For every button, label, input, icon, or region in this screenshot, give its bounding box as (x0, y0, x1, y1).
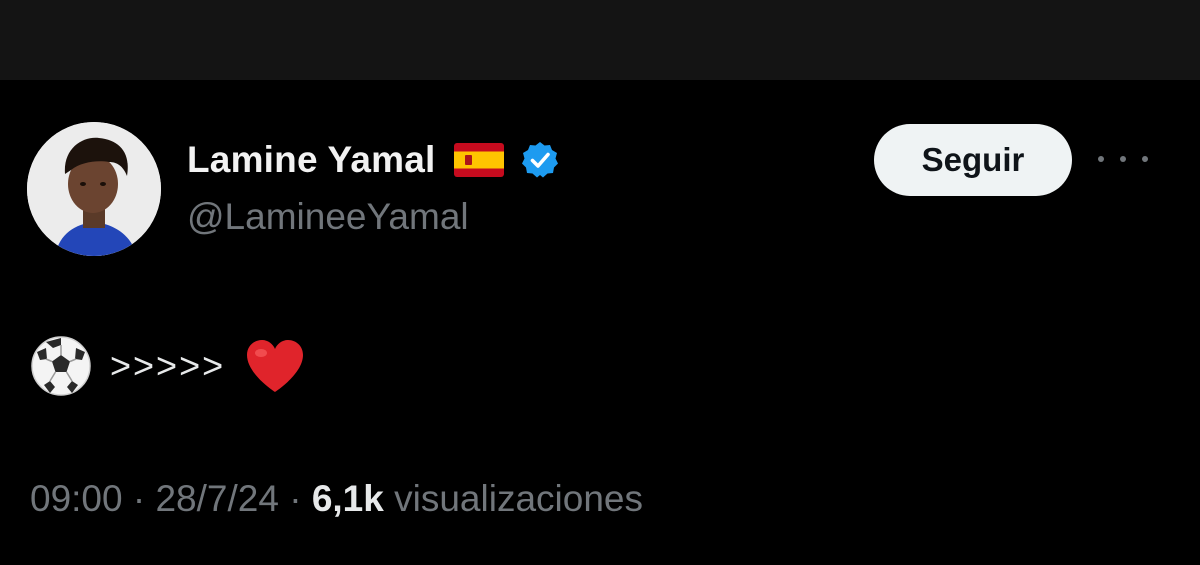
meta-separator: · (132, 478, 146, 519)
top-bar (0, 0, 1200, 80)
more-dot (1120, 156, 1126, 162)
author-name-row: Lamine Yamal (187, 138, 560, 182)
follow-button[interactable]: Seguir (874, 124, 1072, 196)
avatar-image (27, 122, 161, 256)
spain-flag-icon (453, 143, 504, 177)
avatar[interactable] (27, 122, 161, 256)
tweet-meta: 09:00 · 28/7/24 · 6,1k visualizaciones (30, 478, 643, 520)
views-label: visualizaciones (394, 478, 643, 519)
more-dot (1142, 156, 1148, 162)
tweet-time[interactable]: 09:00 (30, 478, 123, 519)
page: Lamine Yamal @LamineeYamal Seguir >>>>> … (0, 0, 1200, 565)
tweet-body-text: >>>>> (110, 345, 226, 386)
views-count: 6,1k (311, 478, 384, 519)
tweet-card: Lamine Yamal @LamineeYamal Seguir >>>>> … (0, 80, 1200, 565)
verified-badge-icon (521, 142, 558, 178)
meta-separator: · (289, 478, 302, 519)
tweet-date[interactable]: 28/7/24 (155, 478, 278, 519)
more-dot (1098, 156, 1104, 162)
red-heart-icon (247, 340, 304, 392)
tweet-text: >>>>> (30, 334, 305, 398)
soccer-ball-icon (31, 336, 91, 396)
author-display-name[interactable]: Lamine Yamal (187, 139, 436, 181)
author-handle[interactable]: @LamineeYamal (187, 196, 469, 238)
more-options-icon[interactable] (1098, 148, 1148, 170)
